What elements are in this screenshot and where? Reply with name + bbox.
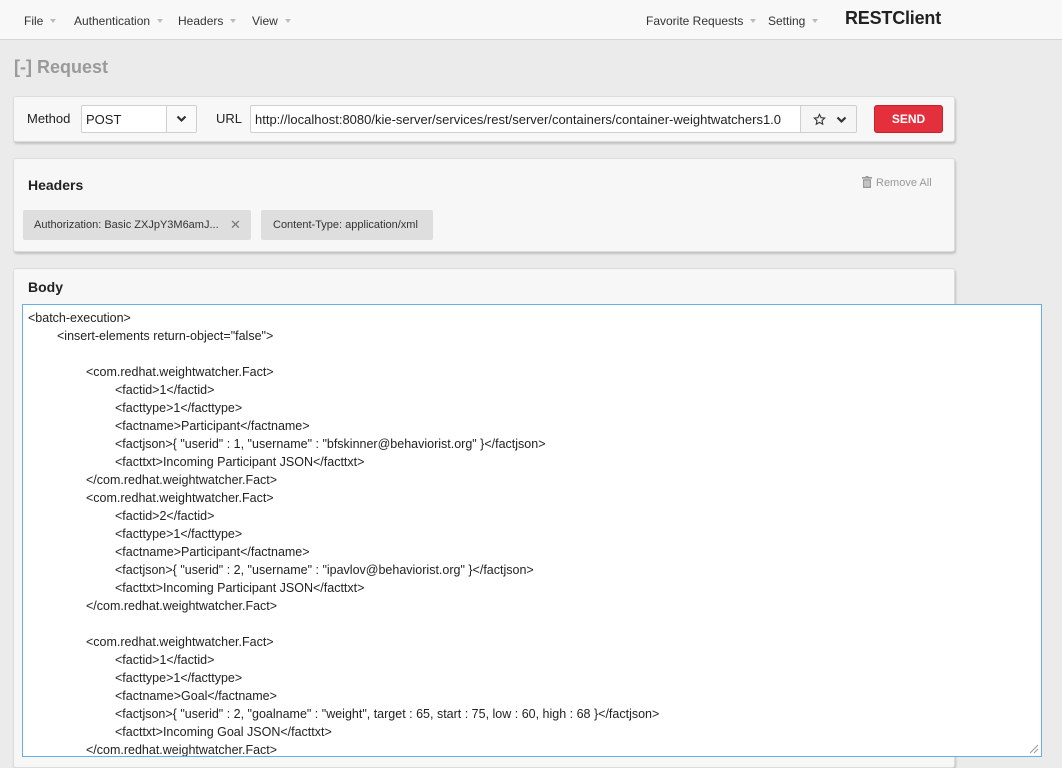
request-section-toggle[interactable]: [-] Request <box>14 57 108 78</box>
body-code-line: <factjson>{ "userid" : 1, "username" : "… <box>115 437 546 451</box>
body-code-line: </com.redhat.weightwatcher.Fact> <box>86 599 278 613</box>
top-navbar: File Authentication Headers View Favorit… <box>0 0 1062 40</box>
menu-file[interactable]: File <box>24 14 57 28</box>
menu-authentication[interactable]: Authentication <box>74 14 164 28</box>
url-label: URL <box>216 111 243 126</box>
body-code-line: <facttxt>Incoming Participant JSON</fact… <box>115 581 365 595</box>
body-code-line: <factid>1</factid> <box>115 653 215 667</box>
menu-file-label: File <box>24 14 44 28</box>
body-code-line: <facttype>1</facttype> <box>115 527 243 541</box>
header-chip-authorization[interactable]: Authorization: Basic ZXJpY3M6amJ... ✕ <box>23 210 251 240</box>
caret-down-icon <box>812 19 819 23</box>
body-code-line: <facttxt>Incoming Participant JSON</fact… <box>115 455 365 469</box>
body-textarea[interactable]: <batch-execution> <insert-elements return… <box>22 304 1042 757</box>
brand-logo[interactable]: RESTClient <box>845 8 941 29</box>
method-dropdown-button[interactable] <box>166 106 196 132</box>
menu-headers[interactable]: Headers <box>178 14 237 28</box>
caret-down-icon <box>750 19 757 23</box>
menu-favorite-requests[interactable]: Favorite Requests <box>646 14 757 28</box>
header-chip-content-type[interactable]: Content-Type: application/xml <box>261 210 433 240</box>
body-code-line: <factname>Participant</factname> <box>115 419 310 433</box>
body-code-line: <com.redhat.weightwatcher.Fact> <box>86 635 274 649</box>
remove-all-button[interactable]: Remove All <box>862 176 932 189</box>
body-code-line: <factjson>{ "userid" : 2, "goalname" : "… <box>115 707 660 721</box>
url-value: http://localhost:8080/kie-server/service… <box>255 112 782 127</box>
chevron-down-icon <box>176 115 187 123</box>
method-label: Method <box>27 111 71 126</box>
send-button[interactable]: SEND <box>874 105 943 133</box>
body-code-line: <factjson>{ "userid" : 2, "username" : "… <box>115 563 534 577</box>
body-code-line: <facttxt>Incoming Goal JSON</facttxt> <box>115 725 332 739</box>
method-value: POST <box>86 112 122 127</box>
menu-headers-label: Headers <box>178 14 224 28</box>
remove-all-label: Remove All <box>876 177 932 189</box>
close-icon[interactable]: ✕ <box>230 210 241 240</box>
menu-favorite-requests-label: Favorite Requests <box>646 14 744 28</box>
body-code-line: <factid>2</factid> <box>115 509 215 523</box>
method-select[interactable]: POST <box>81 105 197 133</box>
body-title: Body <box>28 279 63 295</box>
body-code-line: <insert-elements return-object="false"> <box>57 329 274 343</box>
header-chip-label: Content-Type: application/xml <box>273 219 418 231</box>
caret-down-icon <box>50 19 57 23</box>
menu-view-label: View <box>252 14 278 28</box>
body-code-line: <factname>Goal</factname> <box>115 689 277 703</box>
body-code-line: </com.redhat.weightwatcher.Fact> <box>86 743 278 757</box>
body-code-line: <com.redhat.weightwatcher.Fact> <box>86 365 274 379</box>
resize-grip-icon[interactable] <box>1029 744 1039 754</box>
caret-down-icon <box>284 19 291 23</box>
body-code-line: </com.redhat.weightwatcher.Fact> <box>86 473 278 487</box>
body-code-line: <batch-execution> <box>28 311 131 325</box>
menu-view[interactable]: View <box>252 14 291 28</box>
body-code-line: <com.redhat.weightwatcher.Fact> <box>86 491 274 505</box>
body-code-line: <factid>1</factid> <box>115 383 215 397</box>
star-icon <box>813 113 826 126</box>
header-chip-label: Authorization: Basic ZXJpY3M6amJ... <box>34 219 219 231</box>
caret-down-icon <box>230 19 237 23</box>
trash-icon <box>862 176 872 188</box>
menu-setting[interactable]: Setting <box>768 14 819 28</box>
headers-title: Headers <box>28 177 84 193</box>
menu-setting-label: Setting <box>768 14 806 28</box>
url-input[interactable]: http://localhost:8080/kie-server/service… <box>250 105 801 133</box>
body-code-line: <facttype>1</facttype> <box>115 401 243 415</box>
menu-authentication-label: Authentication <box>74 14 151 28</box>
chevron-down-icon <box>836 116 847 124</box>
body-code-line: <factname>Participant</factname> <box>115 545 310 559</box>
caret-down-icon <box>157 19 164 23</box>
favorite-url-button[interactable] <box>800 105 857 133</box>
body-code-line: <facttype>1</facttype> <box>115 671 243 685</box>
